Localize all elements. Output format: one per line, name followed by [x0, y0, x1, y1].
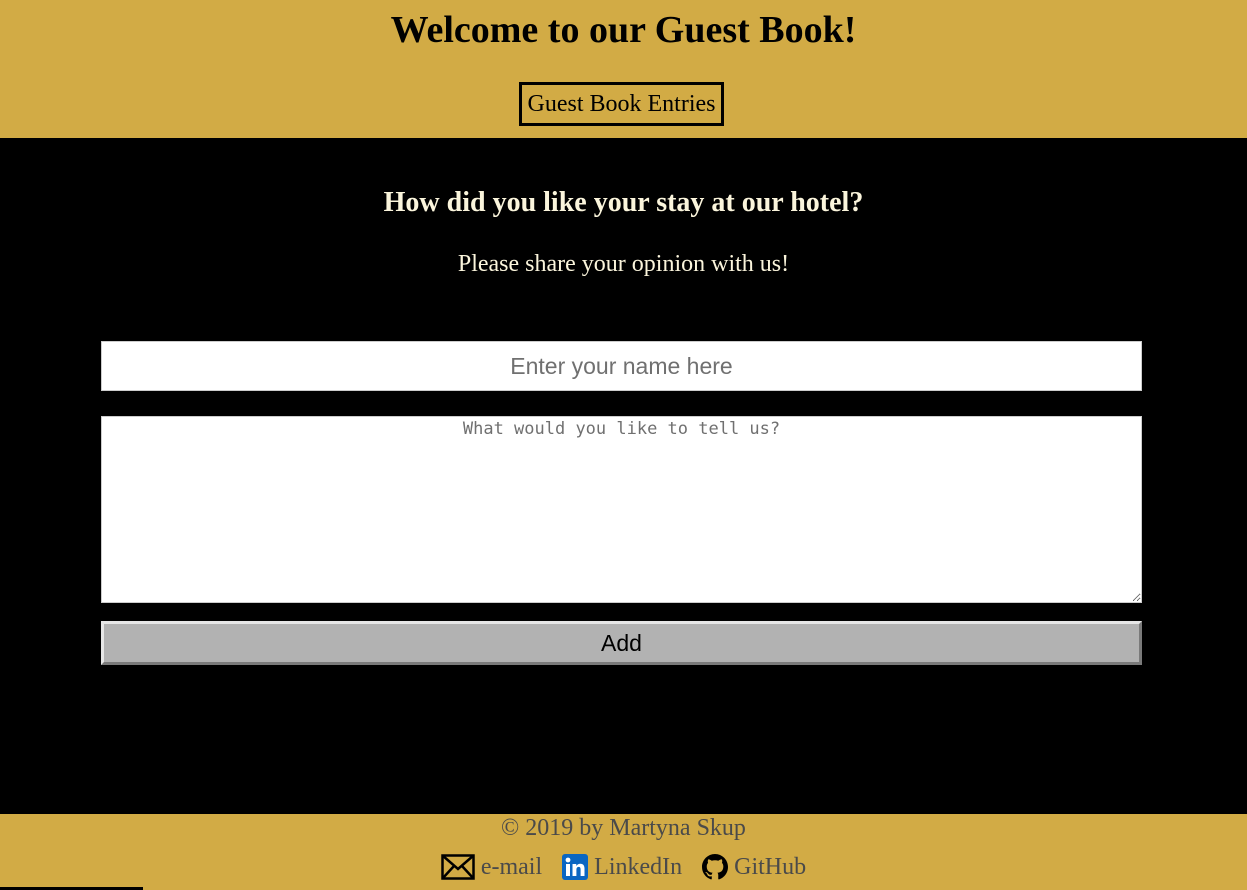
email-link-label: e-mail: [480, 854, 543, 880]
page-header: Welcome to our Guest Book! Guest Book En…: [0, 0, 1247, 138]
envelope-icon: [441, 854, 475, 880]
github-link[interactable]: GitHub: [702, 853, 806, 881]
message-textarea[interactable]: [101, 416, 1142, 603]
copyright-text: © 2019 by Martyna Skup: [501, 815, 746, 841]
page-title: Welcome to our Guest Book!: [390, 9, 857, 51]
guest-book-form-section: How did you like your stay at our hotel?…: [0, 138, 1247, 814]
form-heading: How did you like your stay at our hotel?: [383, 187, 864, 218]
linkedin-icon: [562, 854, 589, 880]
name-input[interactable]: [101, 341, 1142, 391]
guest-book-entries-button[interactable]: Guest Book Entries: [519, 82, 724, 126]
footer-links: e-mail LinkedIn GitHub: [0, 853, 1247, 881]
form-subtitle: Please share your opinion with us!: [457, 251, 790, 277]
github-link-label: GitHub: [734, 854, 807, 880]
page-footer: © 2019 by Martyna Skup e-mail LinkedIn G…: [0, 814, 1247, 890]
add-button[interactable]: Add: [101, 621, 1142, 665]
github-icon: [702, 854, 729, 880]
email-link[interactable]: e-mail: [441, 853, 542, 881]
linkedin-link-label: LinkedIn: [594, 854, 683, 880]
linkedin-link[interactable]: LinkedIn: [562, 853, 682, 881]
